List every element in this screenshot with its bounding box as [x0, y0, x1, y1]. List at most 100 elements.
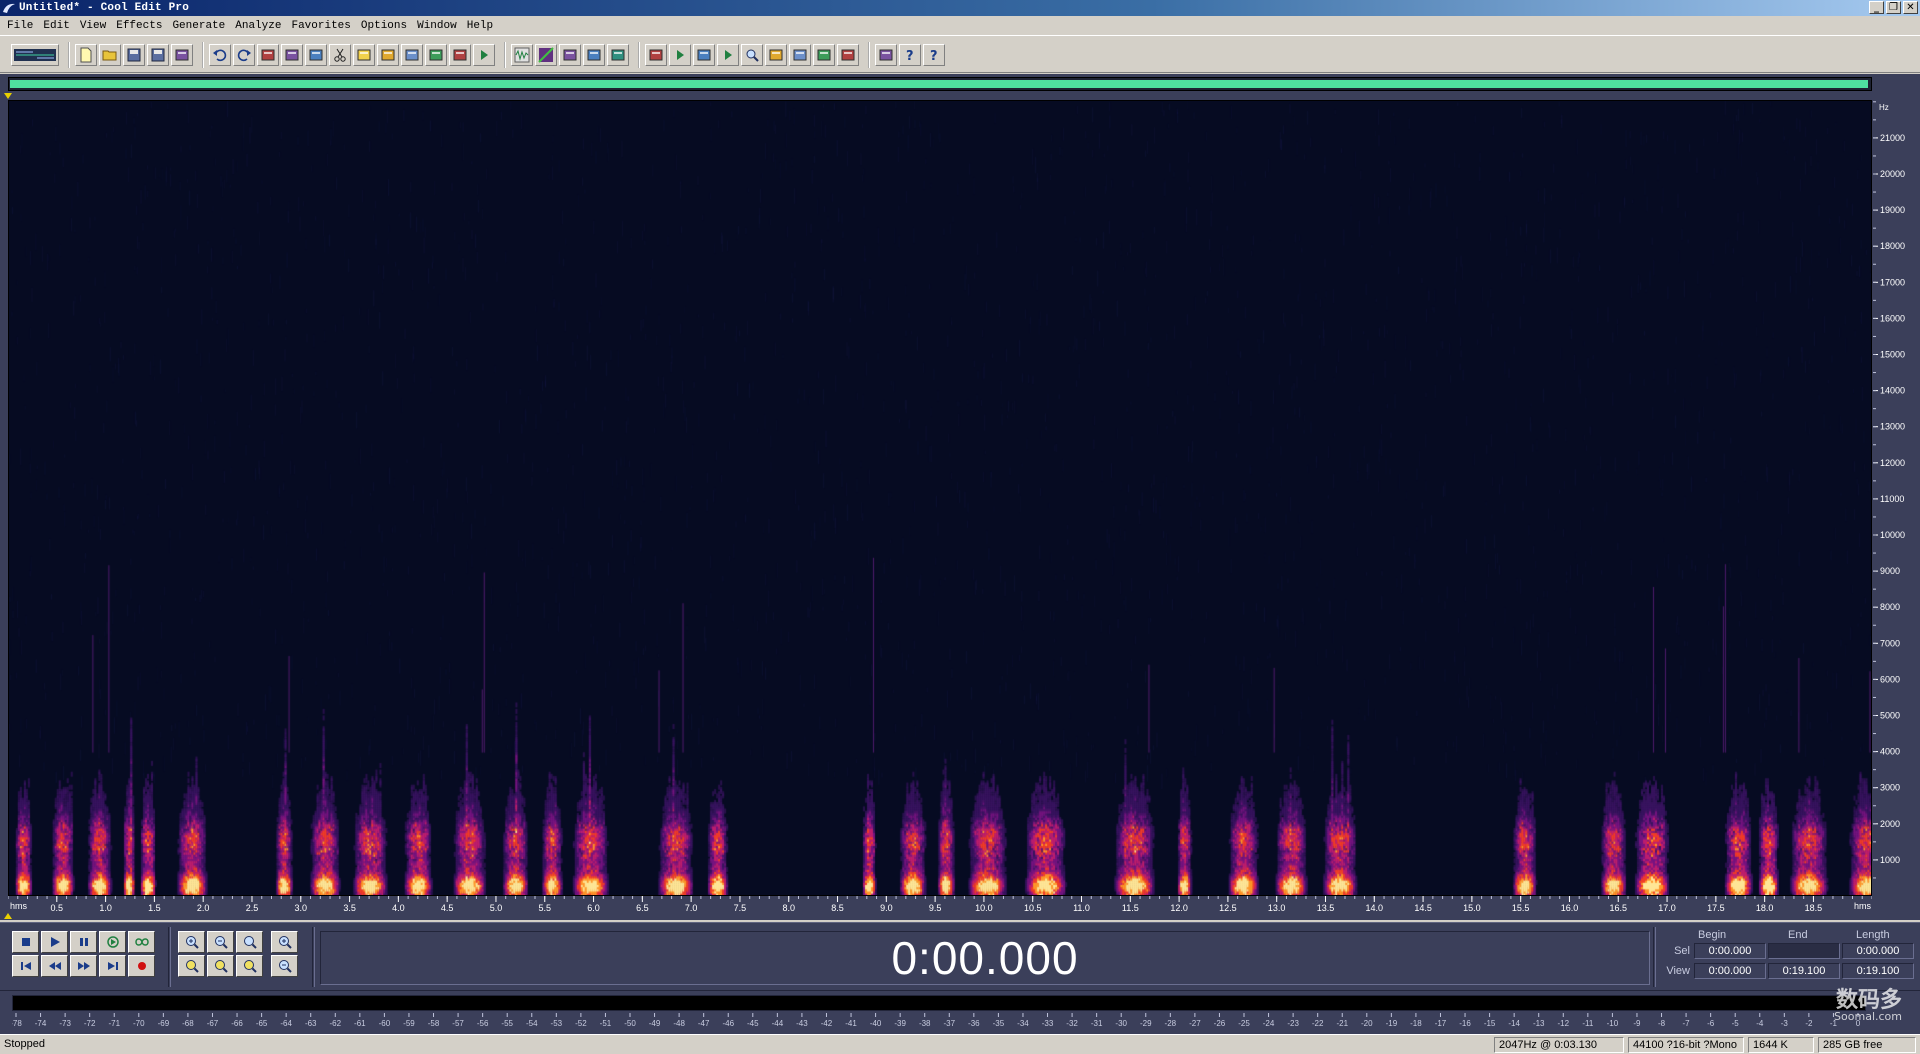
play-button[interactable]	[717, 44, 739, 66]
copy-new-button[interactable]	[305, 44, 327, 66]
zoom-full-button[interactable]	[236, 931, 263, 953]
view-end-field[interactable]: 0:19.100	[1768, 963, 1840, 979]
undo-button[interactable]	[209, 44, 231, 66]
menu-options[interactable]: Options	[356, 17, 412, 35]
fast-forward-button[interactable]	[70, 955, 97, 977]
freq-tick-label: 10000	[1880, 530, 1905, 540]
cdplayer-button[interactable]	[473, 44, 495, 66]
record-button[interactable]	[128, 955, 155, 977]
envelope-icon	[563, 49, 577, 61]
options-button[interactable]	[875, 44, 897, 66]
paste-button[interactable]	[353, 44, 375, 66]
freq-unit-label: Hz	[1879, 103, 1889, 112]
close-button[interactable]	[171, 44, 193, 66]
spectrogram-display[interactable]	[8, 100, 1872, 896]
save-all-button[interactable]	[147, 44, 169, 66]
overview-range[interactable]	[10, 80, 1869, 88]
mix-paste-button[interactable]	[401, 44, 423, 66]
save-button[interactable]	[123, 44, 145, 66]
context-help-button[interactable]: ?	[899, 44, 921, 66]
zoom-right-button[interactable]	[207, 955, 234, 977]
minimize-button[interactable]: _	[1869, 1, 1884, 14]
cue-list-icon	[649, 49, 663, 61]
sel-begin-field[interactable]: 0:00.000	[1694, 943, 1766, 959]
freq-tick-label: 21000	[1880, 133, 1905, 143]
menu-help[interactable]: Help	[462, 17, 498, 35]
zoom-in-h-button[interactable]	[178, 931, 205, 953]
loop-button[interactable]	[128, 931, 155, 953]
time-tick-label: 13.5	[1317, 903, 1335, 913]
cut-button[interactable]	[329, 44, 351, 66]
level-tick-label: -7	[1683, 1019, 1691, 1028]
menu-analyze[interactable]: Analyze	[230, 17, 286, 35]
zoom-sel-button[interactable]	[236, 955, 263, 977]
close-button[interactable]: ✕	[1903, 1, 1918, 14]
statistics-icon	[793, 49, 807, 61]
play-icon	[725, 50, 732, 60]
view-begin-field[interactable]: 0:00.000	[1694, 963, 1766, 979]
go-start-button[interactable]	[12, 955, 39, 977]
zoom-out-h-button[interactable]	[207, 931, 234, 953]
play-to-end-button[interactable]	[99, 931, 126, 953]
overview-bar[interactable]	[8, 77, 1872, 91]
spectrogram-canvas[interactable]	[9, 101, 1871, 895]
time-tick-label: 14.5	[1414, 903, 1432, 913]
go-end-button[interactable]	[99, 955, 126, 977]
svg-text:?: ?	[930, 49, 938, 63]
time-tick-label: 8.0	[782, 903, 795, 913]
redo-button[interactable]	[233, 44, 255, 66]
level-tick-label: -71	[108, 1019, 120, 1028]
new-file-button[interactable]	[75, 44, 97, 66]
waveform-view-button[interactable]	[511, 44, 533, 66]
zoom-in-v-button[interactable]	[271, 931, 298, 953]
paste-new-button[interactable]	[377, 44, 399, 66]
copy-button[interactable]	[281, 44, 303, 66]
view-length-field[interactable]: 0:19.100	[1842, 963, 1914, 979]
menu-favorites[interactable]: Favorites	[286, 17, 355, 35]
menu-generate[interactable]: Generate	[167, 17, 230, 35]
time-ruler[interactable]: hms hms 0.5 1.0 1.5 2.0 2.5 3.0 3.5 4.0 4.5 5.0 5.5 6…	[7, 896, 1873, 914]
snap-button[interactable]	[693, 44, 715, 66]
spectral-view-button[interactable]	[535, 44, 557, 66]
crop-button[interactable]	[425, 44, 447, 66]
time-tick-label: 17.5	[1707, 903, 1725, 913]
menu-window[interactable]: Window	[412, 17, 462, 35]
repeat-button[interactable]	[257, 44, 279, 66]
menu-file[interactable]: File	[2, 17, 38, 35]
restore-button[interactable]: ❐	[1886, 1, 1901, 14]
menu-view[interactable]: View	[75, 17, 111, 35]
frequency-button[interactable]	[813, 44, 835, 66]
filter-button[interactable]	[607, 44, 629, 66]
multitrack-toggle-button[interactable]	[11, 44, 59, 66]
title-bar[interactable]: Untitled* - Cool Edit Pro _ ❐ ✕	[0, 0, 1920, 16]
zoom-out-v-button[interactable]	[271, 955, 298, 977]
sel-length-field[interactable]: 0:00.000	[1842, 943, 1914, 959]
cue-list-button[interactable]	[645, 44, 667, 66]
info-button[interactable]	[837, 44, 859, 66]
statistics-button[interactable]	[789, 44, 811, 66]
rewind-button[interactable]	[41, 955, 68, 977]
frequency-ruler[interactable]: Hz 21000 20000 19000 18000 17000 16000 15000 140…	[1873, 100, 1920, 896]
play-list-button[interactable]	[669, 44, 691, 66]
zoom-controls	[178, 931, 308, 983]
level-tick-label: -48	[673, 1019, 685, 1028]
app-icon[interactable]	[2, 1, 16, 15]
envelope-button[interactable]	[559, 44, 581, 66]
start-marker-bottom[interactable]	[4, 913, 12, 919]
zoom-left-button[interactable]	[178, 955, 205, 977]
start-marker-top[interactable]	[4, 93, 12, 99]
trim-button[interactable]	[449, 44, 471, 66]
menu-effects[interactable]: Effects	[111, 17, 167, 35]
play-button[interactable]	[41, 931, 68, 953]
level-tick-label: -70	[133, 1019, 145, 1028]
numeric-button[interactable]	[765, 44, 787, 66]
pause-button[interactable]	[70, 931, 97, 953]
menu-edit[interactable]: Edit	[38, 17, 74, 35]
help-button[interactable]: ?	[923, 44, 945, 66]
level-meter-bar[interactable]	[12, 995, 1866, 1011]
stretch-button[interactable]	[583, 44, 605, 66]
zoom-button[interactable]	[741, 44, 763, 66]
stop-button[interactable]	[12, 931, 39, 953]
open-file-button[interactable]	[99, 44, 121, 66]
sel-end-field[interactable]	[1768, 943, 1840, 959]
